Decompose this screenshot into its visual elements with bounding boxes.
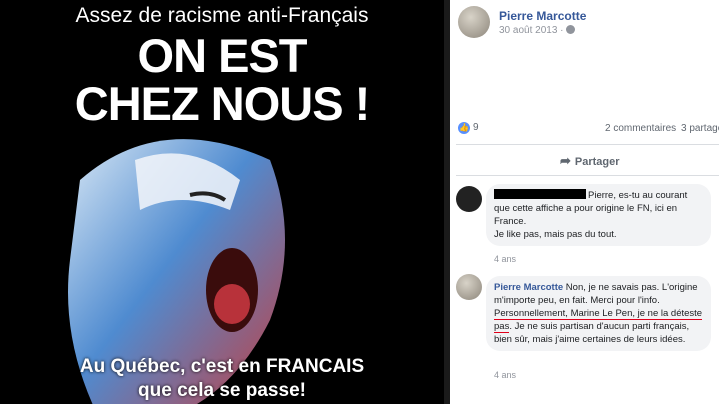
comment-bubble-2: Pierre Marcotte Non, je ne savais pas. L… [486,276,711,351]
post-author[interactable]: Pierre Marcotte [499,9,586,23]
post-date-text: 30 août 2013 · [499,25,564,36]
shares-count[interactable]: 3 partages [681,123,719,134]
likes-count[interactable]: 9 [473,122,479,133]
divider [456,175,719,176]
comment-bubble-1: Pierre, es-tu au courant que cette affic… [486,184,711,246]
facebook-post-panel: Pierre Marcotte 30 août 2013 · 👍 9 2 com… [450,0,719,404]
comment-2-author[interactable]: Pierre Marcotte [494,282,563,293]
poster-image[interactable]: Assez de racisme anti-Français ON EST CH… [0,0,444,404]
poster-bottom-1: Au Québec, c'est en FRANCAIS [79,356,365,377]
redacted-name [494,189,586,199]
comment-2-text-b: . Je ne suis partisan d'aucun parti fran… [494,321,690,345]
share-arrow-icon: ➦ [560,153,571,168]
comment-1-text-2: Je like pas, mais pas du tout. [494,229,617,240]
commenter-avatar[interactable] [456,186,482,212]
reply-avatar[interactable] [456,274,482,300]
thumb-up-icon[interactable]: 👍 [458,122,470,134]
poster-bottom-2: que cela se passe! [138,380,306,401]
comments-count[interactable]: 2 commentaires [605,123,676,134]
poster-headline-1: ON EST [137,29,308,82]
author-avatar[interactable] [458,6,490,38]
share-label: Partager [574,156,620,168]
post-date[interactable]: 30 août 2013 · [499,25,575,36]
poster-top-text: Assez de racisme anti-Français [75,4,369,27]
share-button[interactable]: ➦ Partager [560,153,620,169]
comment-1-age[interactable]: 4 ans [494,254,516,264]
globe-icon [565,25,575,34]
poster-headline-2: CHEZ NOUS ! [74,77,371,130]
divider [456,144,719,145]
comment-2-age[interactable]: 4 ans [494,370,516,380]
